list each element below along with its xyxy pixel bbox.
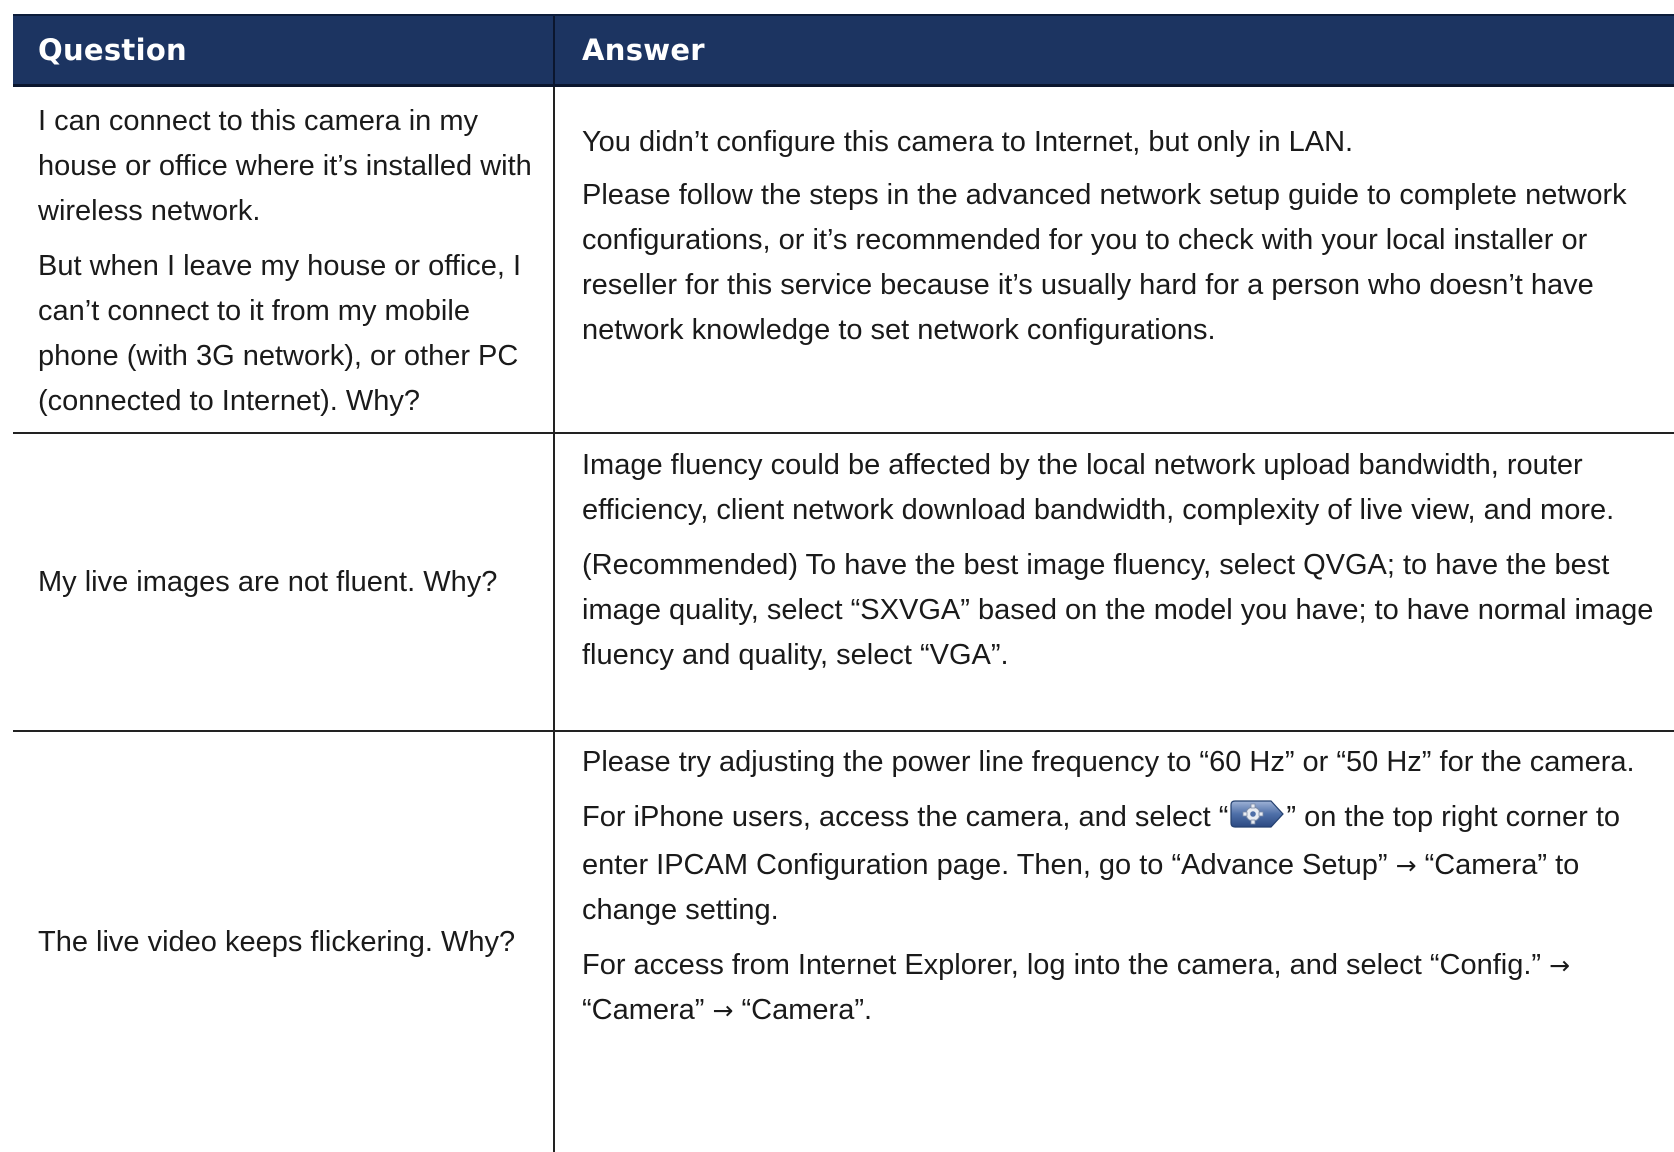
answer-paragraph: For access from Internet Explorer, log i…	[582, 943, 1664, 1033]
table-row: My live images are not fluent. Why? Imag…	[13, 434, 1674, 732]
question-cell: My live images are not fluent. Why?	[13, 434, 555, 730]
question-paragraph: My live images are not fluent. Why?	[38, 565, 498, 598]
question-paragraph: I can connect to this camera in my house…	[38, 105, 532, 227]
answer-text: For iPhone users, access the camera, and…	[582, 801, 1229, 833]
question-cell: The live video keeps flickering. Why?	[13, 732, 555, 1152]
answer-paragraph: (Recommended) To have the best image flu…	[582, 549, 1654, 671]
arrow-right-icon: →	[712, 996, 734, 1025]
table-row: I can connect to this camera in my house…	[13, 87, 1674, 434]
table-header-row: Question Answer	[13, 16, 1674, 87]
answer-cell: Please try adjusting the power line freq…	[555, 732, 1674, 1152]
arrow-right-icon: →	[1395, 851, 1417, 880]
answer-cell: Image fluency could be affected by the l…	[555, 434, 1674, 730]
answer-paragraph: Please follow the steps in the advanced …	[582, 179, 1627, 346]
answer-text: For access from Internet Explorer, log i…	[582, 949, 1550, 981]
table-row: The live video keeps flickering. Why? Pl…	[13, 732, 1674, 1152]
answer-text: “Camera”.	[733, 994, 873, 1026]
answer-paragraph: Image fluency could be affected by the l…	[582, 449, 1615, 526]
question-column-header: Question	[13, 16, 555, 84]
gear-settings-icon	[1229, 798, 1285, 843]
answer-column-header: Answer	[582, 33, 705, 67]
faq-table: Question Answer I can connect to this ca…	[13, 14, 1674, 1152]
answer-text: “Camera”	[582, 994, 713, 1026]
question-paragraph: The live video keeps flickering. Why?	[38, 925, 516, 958]
answer-paragraph: For iPhone users, access the camera, and…	[582, 795, 1664, 933]
answer-paragraph: You didn’t configure this camera to Inte…	[582, 126, 1354, 158]
answer-paragraph: Please try adjusting the power line freq…	[582, 746, 1635, 778]
question-cell: I can connect to this camera in my house…	[13, 87, 555, 432]
answer-cell: You didn’t configure this camera to Inte…	[555, 87, 1674, 432]
question-paragraph: But when I leave my house or office, I c…	[38, 250, 522, 417]
arrow-right-icon: →	[1549, 951, 1571, 980]
